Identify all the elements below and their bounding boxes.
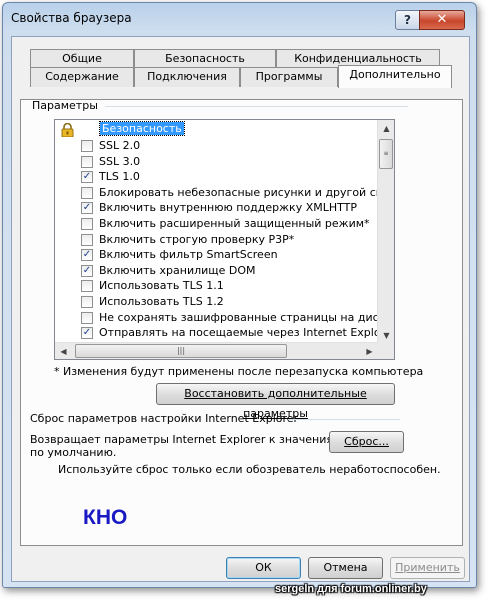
tab-programs[interactable]: Программы: [240, 67, 338, 87]
horizontal-scrollbar[interactable]: ◀ ||| ▶: [55, 342, 378, 359]
list-item[interactable]: Включить расширенный защищенный режим*: [55, 216, 375, 232]
list-item[interactable]: ✓ TLS 1.0: [55, 169, 375, 185]
tab-general[interactable]: Общие: [30, 49, 134, 69]
list-item[interactable]: SSL 3.0: [55, 154, 375, 170]
tab-connections[interactable]: Подключения: [134, 67, 240, 87]
restore-defaults-button[interactable]: Восстановить дополнительные параметры: [156, 383, 395, 420]
dialog-client-area: Общие Безопасность Конфиденциальность Со…: [11, 36, 470, 582]
reset-group-divider: [288, 419, 400, 420]
list-item[interactable]: SSL 2.0: [55, 138, 375, 154]
checkbox[interactable]: [81, 280, 93, 293]
params-group-label: Параметры: [32, 99, 98, 112]
checkbox[interactable]: [81, 233, 93, 246]
category-label: Безопасность: [99, 121, 185, 136]
reset-group-label: Сброс параметров настройки Internet Expl…: [30, 412, 299, 425]
list-item[interactable]: Использовать TLS 1.1: [55, 278, 375, 294]
credit-caption: sergeln для forum.onliner.by: [275, 583, 427, 595]
scroll-up-icon[interactable]: ▲: [378, 120, 394, 137]
reset-button-label: Сброс...: [344, 435, 389, 448]
checkbox[interactable]: [81, 218, 93, 230]
checkbox[interactable]: ✓: [81, 202, 93, 215]
restart-note: * Изменения будут применены после переза…: [54, 365, 424, 378]
list-item-label: Включить расширенный защищенный режим*: [99, 217, 370, 230]
list-item[interactable]: ✓ Включить фильтр SmartScreen: [55, 247, 375, 263]
checkbox[interactable]: ✓: [81, 171, 93, 184]
list-item-label: Отправлять на посещаемые через Internet …: [99, 326, 395, 340]
scroll-right-icon[interactable]: ▶: [361, 343, 378, 359]
tab-advanced[interactable]: Дополнительно: [338, 65, 452, 88]
close-button[interactable]: ✕: [419, 10, 465, 30]
reset-note: Используйте сброс только если обозревате…: [58, 463, 441, 476]
tab-security[interactable]: Безопасность: [134, 49, 276, 69]
checkbox[interactable]: ✓: [81, 327, 93, 340]
list-item-label: Не сохранять зашифрованные страницы на д…: [99, 310, 386, 324]
apply-button[interactable]: Применить: [390, 557, 465, 579]
list-item-label: TLS 1.0: [99, 170, 140, 184]
watermark-text: КНО: [83, 506, 128, 529]
help-button[interactable]: ?: [395, 10, 420, 30]
list-item-label: Включить фильтр SmartScreen: [99, 248, 278, 262]
vertical-scrollbar[interactable]: ▲ ≡ ▼: [377, 120, 394, 344]
list-item-label: SSL 3.0: [99, 154, 141, 168]
apply-button-label: Применить: [395, 561, 460, 574]
browser-properties-dialog: Свойства браузера ? ✕ Общие Безопасность…: [2, 2, 477, 588]
checkbox[interactable]: ✓: [81, 249, 93, 262]
window-title: Свойства браузера: [11, 11, 132, 25]
lock-icon: [61, 123, 74, 137]
list-item[interactable]: ✓ Включить хранилище DOM: [55, 263, 375, 279]
list-item-label: Включить хранилище DOM: [99, 263, 256, 277]
list-item-label: Использовать TLS 1.1: [99, 279, 224, 293]
checkbox[interactable]: [81, 155, 93, 168]
list-item[interactable]: ✓ Включить внутреннюю поддержку XMLHTTP: [55, 200, 375, 216]
list-item-label: Включить строгую проверку P3P*: [99, 232, 295, 246]
list-item[interactable]: Использовать TLS 1.2: [55, 294, 375, 310]
params-group-divider: [105, 106, 408, 107]
reset-description-line2: по умолчанию.: [30, 446, 117, 459]
list-item[interactable]: ✓ Отправлять на посещаемые через Internet…: [55, 325, 394, 341]
list-item[interactable]: Не сохранять зашифрованные страницы на д…: [55, 310, 385, 326]
checkbox[interactable]: ✓: [81, 264, 93, 277]
checkbox[interactable]: [81, 140, 93, 152]
checkbox[interactable]: [81, 311, 93, 324]
tab-content[interactable]: Содержание: [30, 67, 134, 87]
list-item-label: Использовать TLS 1.2: [99, 295, 224, 308]
scrollbar-corner: [377, 342, 394, 359]
ok-button[interactable]: ОК: [226, 557, 301, 579]
advanced-settings-list[interactable]: Безопасность SSL 2.0 SSL 3.0 ✓ TLS 1.0 Блоки…: [54, 119, 395, 360]
checkbox[interactable]: [81, 296, 93, 308]
reset-button[interactable]: Сброс...: [329, 431, 404, 453]
list-item[interactable]: Включить строгую проверку P3P*: [55, 232, 375, 248]
list-item[interactable]: Блокировать небезопасные рисунки и друго…: [55, 185, 394, 201]
vertical-scroll-thumb[interactable]: ≡: [379, 139, 393, 169]
list-category-security[interactable]: Безопасность: [55, 121, 375, 138]
checkbox[interactable]: [81, 186, 93, 199]
list-item-label: Блокировать небезопасные рисунки и друго…: [99, 185, 395, 199]
list-item-label: SSL 2.0: [99, 139, 141, 152]
cancel-button[interactable]: Отмена: [308, 557, 383, 579]
list-item-label: Включить внутреннюю поддержку XMLHTTP: [99, 201, 358, 215]
scroll-left-icon[interactable]: ◀: [55, 343, 72, 359]
reset-description-line1: Возвращает параметры Internet Explorer к…: [30, 433, 342, 446]
horizontal-scroll-thumb[interactable]: |||: [75, 344, 287, 358]
